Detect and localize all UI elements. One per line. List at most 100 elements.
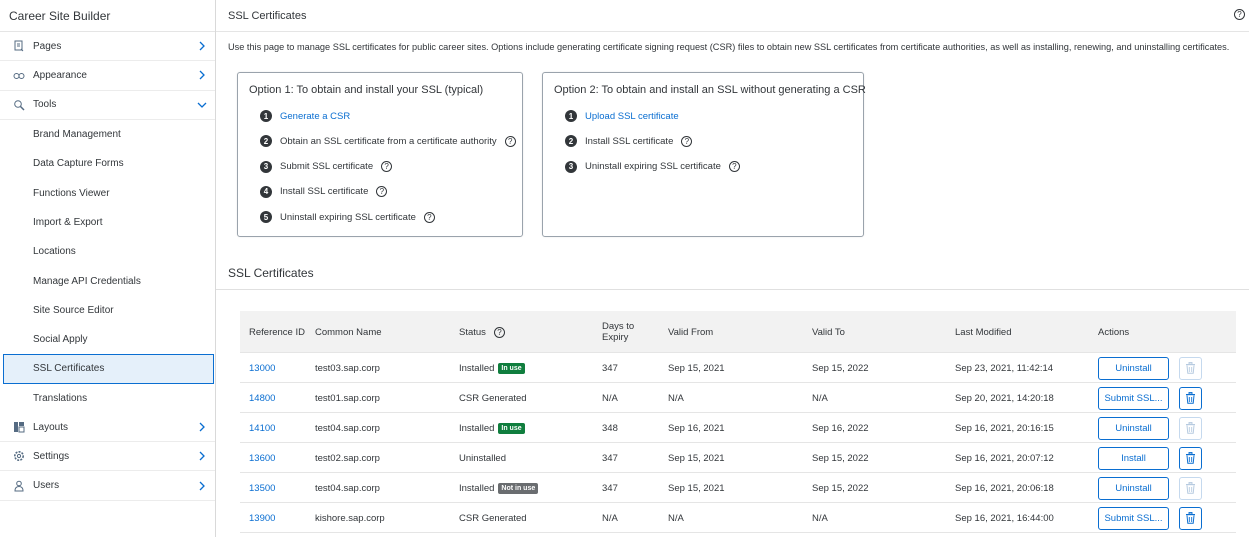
uninstall-button[interactable]: Uninstall bbox=[1098, 476, 1169, 500]
step-number-badge: 2 bbox=[260, 135, 272, 148]
delete-button[interactable] bbox=[1179, 506, 1202, 530]
cell-last-modified-text: Sep 16, 2021, 20:16:15 bbox=[955, 422, 1054, 434]
cell-status-text: CSR Generated bbox=[459, 392, 527, 404]
cell-reference-id[interactable]: 13600 bbox=[249, 443, 275, 473]
option1-step-link[interactable]: Generate a CSR bbox=[280, 111, 350, 122]
cell-status: Uninstalled bbox=[459, 443, 506, 473]
cell-actions: Uninstall bbox=[1098, 473, 1169, 503]
col-header-last-modified[interactable]: Last Modified bbox=[955, 311, 1012, 353]
cell-reference-id-text[interactable]: 13600 bbox=[249, 453, 275, 464]
cell-delete bbox=[1179, 353, 1202, 383]
help-icon[interactable]: ? bbox=[376, 186, 388, 198]
table-row: 13600 test02.sap.corp Uninstalled 347 Sep 15… bbox=[240, 443, 1236, 473]
help-icon[interactable]: ? bbox=[381, 161, 393, 173]
col-header-valid-from[interactable]: Valid From bbox=[668, 311, 713, 353]
step-number-badge: 1 bbox=[565, 110, 577, 122]
cell-reference-id-text[interactable]: 13500 bbox=[249, 483, 275, 494]
step-number-badge: 2 bbox=[565, 135, 577, 148]
col-header-days-to-expiry[interactable]: Days to Expiry bbox=[602, 311, 647, 353]
help-icon[interactable]: ? bbox=[504, 135, 516, 147]
cell-reference-id[interactable]: 14100 bbox=[249, 413, 275, 443]
cell-status: Installed Not in use bbox=[459, 473, 539, 503]
chevron-right-icon[interactable] bbox=[197, 451, 207, 461]
step-number-badge: 3 bbox=[565, 160, 577, 173]
chevron-right-icon[interactable] bbox=[197, 481, 207, 491]
section-title: SSL Certificates bbox=[228, 266, 314, 280]
install-button[interactable]: Install bbox=[1098, 446, 1169, 470]
sidebar-item-tools[interactable]: Tools bbox=[0, 91, 215, 120]
sidebar-item-ssl-certificates[interactable]: SSL Certificates bbox=[3, 354, 214, 384]
sidebar-item-label: Pages bbox=[33, 40, 62, 52]
status-help-icon[interactable]: ? bbox=[493, 326, 505, 338]
sidebar-item-locations[interactable]: Locations bbox=[0, 237, 215, 266]
delete-button[interactable] bbox=[1179, 476, 1202, 500]
trash-icon bbox=[1185, 452, 1196, 464]
delete-button[interactable] bbox=[1179, 446, 1202, 470]
cell-last-modified: Sep 16, 2021, 20:06:18 bbox=[955, 473, 1054, 503]
col-header-status[interactable]: Status ? bbox=[459, 311, 505, 353]
cell-reference-id-text[interactable]: 14800 bbox=[249, 393, 275, 404]
sidebar-item-users[interactable]: Users bbox=[0, 471, 215, 501]
status-badge: Not in use bbox=[498, 482, 539, 494]
chevron-right-icon[interactable] bbox=[197, 70, 207, 80]
cell-last-modified: Sep 16, 2021, 16:44:00 bbox=[955, 503, 1054, 533]
sidebar-item-social-apply[interactable]: Social Apply bbox=[0, 325, 215, 354]
sidebar-item-translations[interactable]: Translations bbox=[0, 384, 215, 413]
help-icon[interactable]: ? bbox=[681, 135, 693, 147]
appearance-icon bbox=[12, 68, 26, 82]
step-number-badge: 4 bbox=[260, 185, 272, 198]
sidebar-item-brand-management[interactable]: Brand Management bbox=[0, 120, 215, 149]
sidebar-item-functions-viewer[interactable]: Functions Viewer bbox=[0, 178, 215, 207]
cell-reference-id[interactable]: 13500 bbox=[249, 473, 275, 503]
cell-status: CSR Generated bbox=[459, 503, 527, 533]
chevron-down-icon[interactable] bbox=[197, 100, 207, 110]
help-icon[interactable]: ? bbox=[728, 161, 740, 173]
help-icon[interactable]: ? bbox=[423, 211, 435, 223]
col-header-valid-to[interactable]: Valid To bbox=[812, 311, 845, 353]
step-text: Uninstall expiring SSL certificate bbox=[585, 161, 721, 173]
sidebar-item-data-capture-forms[interactable]: Data Capture Forms bbox=[0, 149, 215, 178]
sidebar-item-layouts[interactable]: Layouts bbox=[0, 413, 215, 443]
sidebar-item-settings[interactable]: Settings bbox=[0, 442, 215, 472]
sidebar-item-manage-api-credentials[interactable]: Manage API Credentials bbox=[0, 266, 215, 295]
cell-last-modified: Sep 16, 2021, 20:07:12 bbox=[955, 443, 1054, 473]
help-icon[interactable]: ? bbox=[1234, 9, 1245, 20]
uninstall-button[interactable]: Uninstall bbox=[1098, 356, 1169, 380]
delete-button[interactable] bbox=[1179, 356, 1202, 380]
cell-days-to-expiry: 347 bbox=[602, 443, 618, 473]
option2-step-link[interactable]: Upload SSL certificate bbox=[585, 111, 679, 122]
sidebar-item-appearance[interactable]: Appearance bbox=[0, 61, 215, 91]
chevron-right-icon[interactable] bbox=[197, 41, 207, 51]
cell-reference-id-text[interactable]: 14100 bbox=[249, 423, 275, 434]
trash-icon bbox=[1185, 422, 1196, 434]
ssl-certificates-table: Reference ID Common Name Status ? Days t… bbox=[240, 311, 1236, 533]
cell-reference-id[interactable]: 13900 bbox=[249, 503, 275, 533]
submit-ssl-button[interactable]: Submit SSL... bbox=[1098, 386, 1169, 410]
col-header-reference-id[interactable]: Reference ID bbox=[249, 311, 305, 353]
cell-last-modified-text: Sep 16, 2021, 20:07:12 bbox=[955, 452, 1054, 464]
cell-common-name-text: kishore.sap.corp bbox=[315, 512, 385, 524]
cell-common-name-text: test04.sap.corp bbox=[315, 482, 380, 494]
cell-common-name: kishore.sap.corp bbox=[315, 503, 385, 533]
uninstall-button[interactable]: Uninstall bbox=[1098, 416, 1169, 440]
step-number-badge: 5 bbox=[260, 211, 272, 224]
cell-reference-id-text[interactable]: 13000 bbox=[249, 363, 275, 374]
sidebar-item-label: Settings bbox=[33, 450, 70, 462]
sidebar-item-import-export[interactable]: Import & Export bbox=[0, 208, 215, 237]
delete-button[interactable] bbox=[1179, 386, 1202, 410]
cell-valid-to: Sep 16, 2022 bbox=[812, 413, 869, 443]
submit-ssl-button[interactable]: Submit SSL... bbox=[1098, 506, 1169, 530]
sidebar-item-site-source-editor[interactable]: Site Source Editor bbox=[0, 296, 215, 325]
option1-step-3: 3 Submit SSL certificate? bbox=[260, 160, 393, 173]
cell-valid-from-text: Sep 15, 2021 bbox=[668, 452, 725, 464]
sidebar-item-pages[interactable]: Pages bbox=[0, 32, 215, 62]
chevron-right-icon[interactable] bbox=[197, 422, 207, 432]
col-header-common-name[interactable]: Common Name bbox=[315, 311, 382, 353]
cell-valid-from: N/A bbox=[668, 383, 684, 413]
option1-step-4: 4 Install SSL certificate? bbox=[260, 185, 388, 198]
cell-reference-id[interactable]: 13000 bbox=[249, 353, 275, 383]
cell-reference-id[interactable]: 14800 bbox=[249, 383, 275, 413]
cell-days-to-expiry: N/A bbox=[602, 503, 618, 533]
cell-reference-id-text[interactable]: 13900 bbox=[249, 513, 275, 524]
delete-button[interactable] bbox=[1179, 416, 1202, 440]
